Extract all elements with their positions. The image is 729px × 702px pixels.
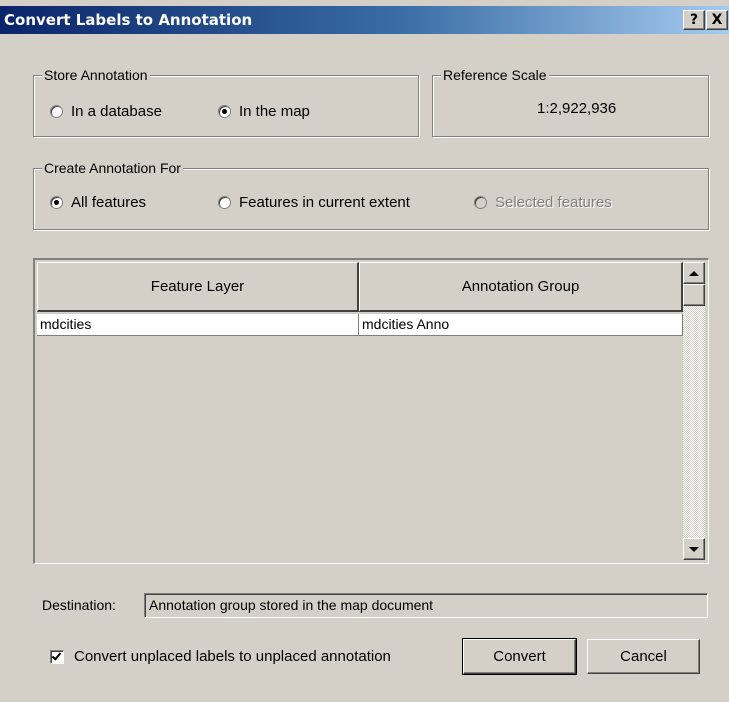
- radio-selected-features: Selected features: [474, 194, 612, 211]
- reference-scale-value: 1:2,922,936: [537, 100, 617, 117]
- title-bar: Convert Labels to Annotation ? X: [0, 6, 729, 34]
- convert-labels-dialog: Convert Labels to Annotation ? X Store A…: [0, 0, 729, 702]
- radio-features-in-current-extent[interactable]: Features in current extent: [218, 194, 410, 211]
- feature-layer-grid[interactable]: Feature Layer Annotation Group mdcities …: [33, 258, 709, 564]
- radio-features-in-current-extent-label: Features in current extent: [239, 194, 410, 211]
- convert-button[interactable]: Convert: [462, 638, 577, 675]
- radio-in-the-map-circle[interactable]: [218, 105, 231, 118]
- store-annotation-legend: Store Annotation: [42, 67, 150, 83]
- radio-all-features-label: All features: [71, 194, 147, 211]
- radio-in-the-map-label: In the map: [239, 103, 310, 120]
- reference-scale-group: Reference Scale 1:2,922,936: [432, 67, 709, 137]
- column-header-feature-layer[interactable]: Feature Layer: [37, 262, 359, 312]
- store-annotation-group: Store Annotation In a database In the ma…: [33, 67, 419, 137]
- arrow-up-icon: [689, 270, 699, 276]
- scroll-thumb[interactable]: [683, 284, 705, 306]
- radio-all-features[interactable]: All features: [50, 194, 146, 211]
- destination-field: Annotation group stored in the map docum…: [144, 593, 708, 618]
- destination-label: Destination:: [42, 597, 116, 613]
- cancel-button[interactable]: Cancel: [587, 639, 700, 674]
- scroll-down-button[interactable]: [683, 538, 705, 560]
- column-header-annotation-group[interactable]: Annotation Group: [359, 262, 683, 312]
- create-annotation-for-legend: Create Annotation For: [42, 160, 183, 176]
- checkmark-icon: [51, 649, 62, 661]
- help-button[interactable]: ?: [683, 10, 705, 30]
- create-annotation-for-group: Create Annotation For All features Featu…: [33, 160, 709, 230]
- close-button[interactable]: X: [706, 10, 728, 30]
- convert-unplaced-checkbox-row[interactable]: Convert unplaced labels to unplaced anno…: [50, 648, 391, 665]
- radio-features-in-current-extent-circle[interactable]: [218, 196, 231, 209]
- window-title: Convert Labels to Annotation: [4, 11, 253, 29]
- radio-in-the-map[interactable]: In the map: [218, 103, 310, 120]
- radio-selected-features-label: Selected features: [495, 194, 612, 211]
- cell-annotation-group[interactable]: mdcities Anno: [359, 314, 683, 336]
- arrow-down-icon: [689, 546, 699, 552]
- radio-all-features-circle[interactable]: [50, 196, 63, 209]
- scroll-up-button[interactable]: [683, 262, 705, 284]
- convert-unplaced-checkbox[interactable]: [50, 649, 64, 664]
- radio-in-a-database[interactable]: In a database: [50, 103, 162, 120]
- radio-in-a-database-circle[interactable]: [50, 105, 63, 118]
- reference-scale-legend: Reference Scale: [441, 67, 549, 83]
- cell-feature-layer[interactable]: mdcities: [37, 314, 359, 336]
- radio-in-a-database-label: In a database: [71, 103, 162, 120]
- radio-selected-features-circle: [474, 196, 487, 209]
- vertical-scrollbar[interactable]: [683, 262, 705, 560]
- convert-unplaced-label: Convert unplaced labels to unplaced anno…: [74, 648, 391, 665]
